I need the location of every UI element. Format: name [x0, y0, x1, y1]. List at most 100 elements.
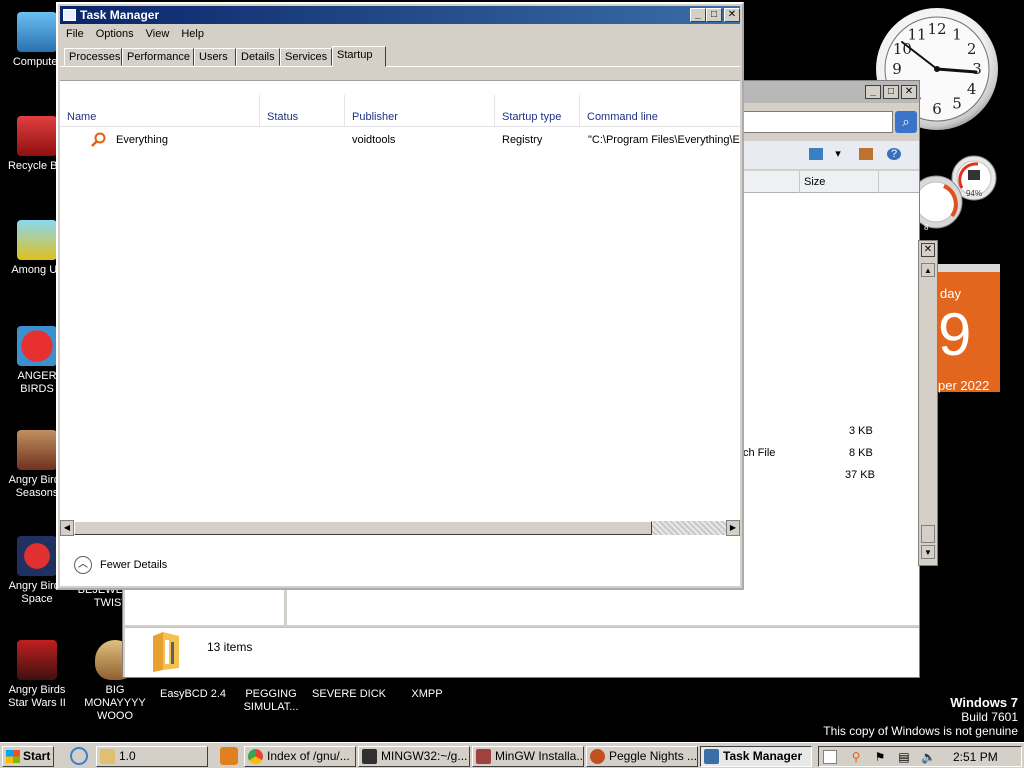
desktop-icon-easybcd[interactable]: EasyBCD 2.4 [156, 688, 230, 701]
calendar-gadget[interactable]: day 9 per 2022 [936, 264, 1000, 393]
computer-icon [17, 12, 57, 52]
task-manager-window[interactable]: Task Manager _ □ ✕ File Options View Help P… [56, 2, 744, 590]
clock-numeral: 5 [952, 95, 962, 113]
scroll-left-arrow[interactable]: ◀ [60, 520, 74, 536]
minimize-button[interactable]: _ [865, 85, 881, 99]
internet-explorer-icon[interactable] [70, 747, 88, 765]
maximize-button[interactable]: □ [706, 8, 722, 22]
desktop-icon-xmpp[interactable]: XMPP [390, 688, 464, 701]
taskbar-button-peggle[interactable]: Peggle Nights ... [586, 746, 698, 767]
menu-options[interactable]: Options [90, 25, 140, 44]
network-icon[interactable]: ▤ [897, 750, 911, 764]
angry-birds-star-wars-icon [17, 640, 57, 680]
close-button[interactable]: ✕ [724, 8, 740, 22]
tab-performance[interactable]: Performance [122, 48, 194, 66]
start-button[interactable]: Start [2, 746, 54, 767]
clock-time[interactable]: 2:51 PM [953, 750, 998, 764]
close-button[interactable]: ✕ [921, 243, 935, 257]
scroll-track[interactable] [652, 521, 726, 535]
maximize-button[interactable]: □ [883, 85, 899, 99]
scroll-thumb[interactable] [74, 521, 652, 535]
taskbar-button-label: 1.0 [119, 749, 136, 763]
desktop-icon-label: XMPP [411, 688, 443, 700]
calendar-month-year: per 2022 [938, 378, 990, 393]
table-row[interactable]: Everything voidtools Registry "C:\Progra… [60, 129, 740, 151]
content-pane[interactable] [287, 589, 919, 625]
notification-box-icon[interactable] [823, 750, 837, 764]
flag-icon[interactable]: ⚑ [873, 750, 887, 764]
desktop-icon-pegging[interactable]: PEGGING SIMULAT... [234, 688, 308, 714]
help-icon[interactable]: ? [887, 148, 901, 160]
volume-icon[interactable]: 🔈 [921, 750, 936, 764]
column-header-command-line[interactable]: Command line [580, 95, 740, 127]
taskbar-button-label: Task Manager [723, 749, 803, 763]
taskbar-button-task-manager[interactable]: Task Manager [700, 746, 812, 767]
desktop-icon-label: SEVERE DICK [312, 688, 386, 700]
column-header-startup-type[interactable]: Startup type [495, 95, 580, 127]
media-player-icon[interactable] [220, 747, 238, 765]
tab-users[interactable]: Users [194, 48, 236, 66]
task-manager-footer: ︿ Fewer Details [60, 540, 740, 584]
task-manager-icon [63, 9, 76, 21]
scroll-down-arrow[interactable]: ▼ [921, 545, 935, 559]
taskbar-button-chrome[interactable]: Index of /gnu/... [244, 746, 356, 767]
search-input[interactable] [743, 111, 893, 133]
menu-bar: File Options View Help [60, 25, 740, 44]
cpu-digit: 8 [924, 223, 929, 230]
clock-numeral: 11 [907, 25, 926, 43]
startup-app-name: Everything [116, 134, 168, 146]
clock-numeral: 2 [967, 40, 977, 58]
menu-file[interactable]: File [60, 25, 90, 44]
folder-icon [100, 749, 115, 764]
angry-bird-icon [17, 326, 57, 366]
taskbar-button-explorer[interactable]: 1.0 [96, 746, 208, 767]
file-list[interactable]: 3 KB ch File 8 KB 37 KB [743, 193, 919, 625]
cpu-meter-gadget[interactable]: 94% 8 [909, 150, 1000, 232]
tab-startup[interactable]: Startup [332, 46, 386, 67]
taskbar-button-mingw-installer[interactable]: MinGW Installa... [472, 746, 584, 767]
fewer-details-link[interactable]: Fewer Details [100, 559, 167, 571]
tab-details[interactable]: Details [236, 48, 280, 66]
among-us-icon [17, 220, 57, 260]
taskbar-button-label: Index of /gnu/... [267, 749, 350, 763]
desktop-icon-angry-birds-star-wars[interactable]: Angry Birds Star Wars II [0, 640, 74, 710]
clock-numeral: 9 [892, 60, 902, 78]
search-icon [91, 132, 106, 147]
search-icon[interactable]: ⌕ [895, 111, 917, 133]
column-header-status[interactable]: Status [260, 95, 345, 127]
scroll-thumb[interactable] [921, 525, 935, 543]
minimize-button[interactable]: _ [690, 8, 706, 22]
menu-help[interactable]: Help [175, 25, 210, 44]
scroll-up-arrow[interactable]: ▲ [921, 263, 935, 277]
close-button[interactable]: ✕ [901, 85, 917, 99]
taskbar-button-label: MINGW32:~/g... [381, 749, 468, 763]
clock-numeral: 4 [967, 80, 977, 98]
horizontal-scrollbar[interactable]: ◀ ▶ [60, 520, 740, 536]
task-manager-icon [704, 749, 719, 764]
chevron-down-icon[interactable]: ▾ [831, 148, 845, 160]
chevron-up-icon[interactable]: ︿ [74, 556, 92, 574]
task-manager-titlebar[interactable]: Task Manager _ □ ✕ [60, 6, 740, 24]
change-view-icon[interactable] [809, 148, 823, 160]
column-header-name[interactable]: Name [60, 95, 260, 127]
file-type: ch File [743, 447, 776, 459]
tab-processes[interactable]: Processes [64, 48, 122, 66]
desktop-icon-severe[interactable]: SEVERE DICK [312, 688, 386, 701]
side-window-scrollbar[interactable]: ✕ ▲ ▼ [918, 240, 938, 566]
preview-pane-icon[interactable] [859, 148, 873, 160]
desktop-icon-label: PEGGING SIMULAT... [243, 688, 299, 713]
column-header-size[interactable]: Size [799, 171, 879, 193]
startup-app-command: "C:\Program Files\Everything\Ev [588, 134, 740, 146]
file-size: 37 KB [845, 469, 875, 481]
scroll-right-arrow[interactable]: ▶ [726, 520, 740, 536]
tab-services[interactable]: Services [280, 48, 332, 66]
taskbar-button-mingw32[interactable]: MINGW32:~/g... [358, 746, 470, 767]
calendar-date: 9 [938, 301, 972, 368]
search-icon[interactable]: ⚲ [849, 750, 863, 764]
file-size: 8 KB [849, 447, 873, 459]
taskbar: Start 1.0 Index of /gnu/... MINGW32:~/g.… [0, 742, 1024, 768]
menu-view[interactable]: View [140, 25, 176, 44]
column-header-publisher[interactable]: Publisher [345, 95, 495, 127]
system-tray: ⚲ ⚑ ▤ 🔈 2:51 PM [818, 746, 1022, 767]
navigation-pane[interactable] [125, 589, 285, 625]
